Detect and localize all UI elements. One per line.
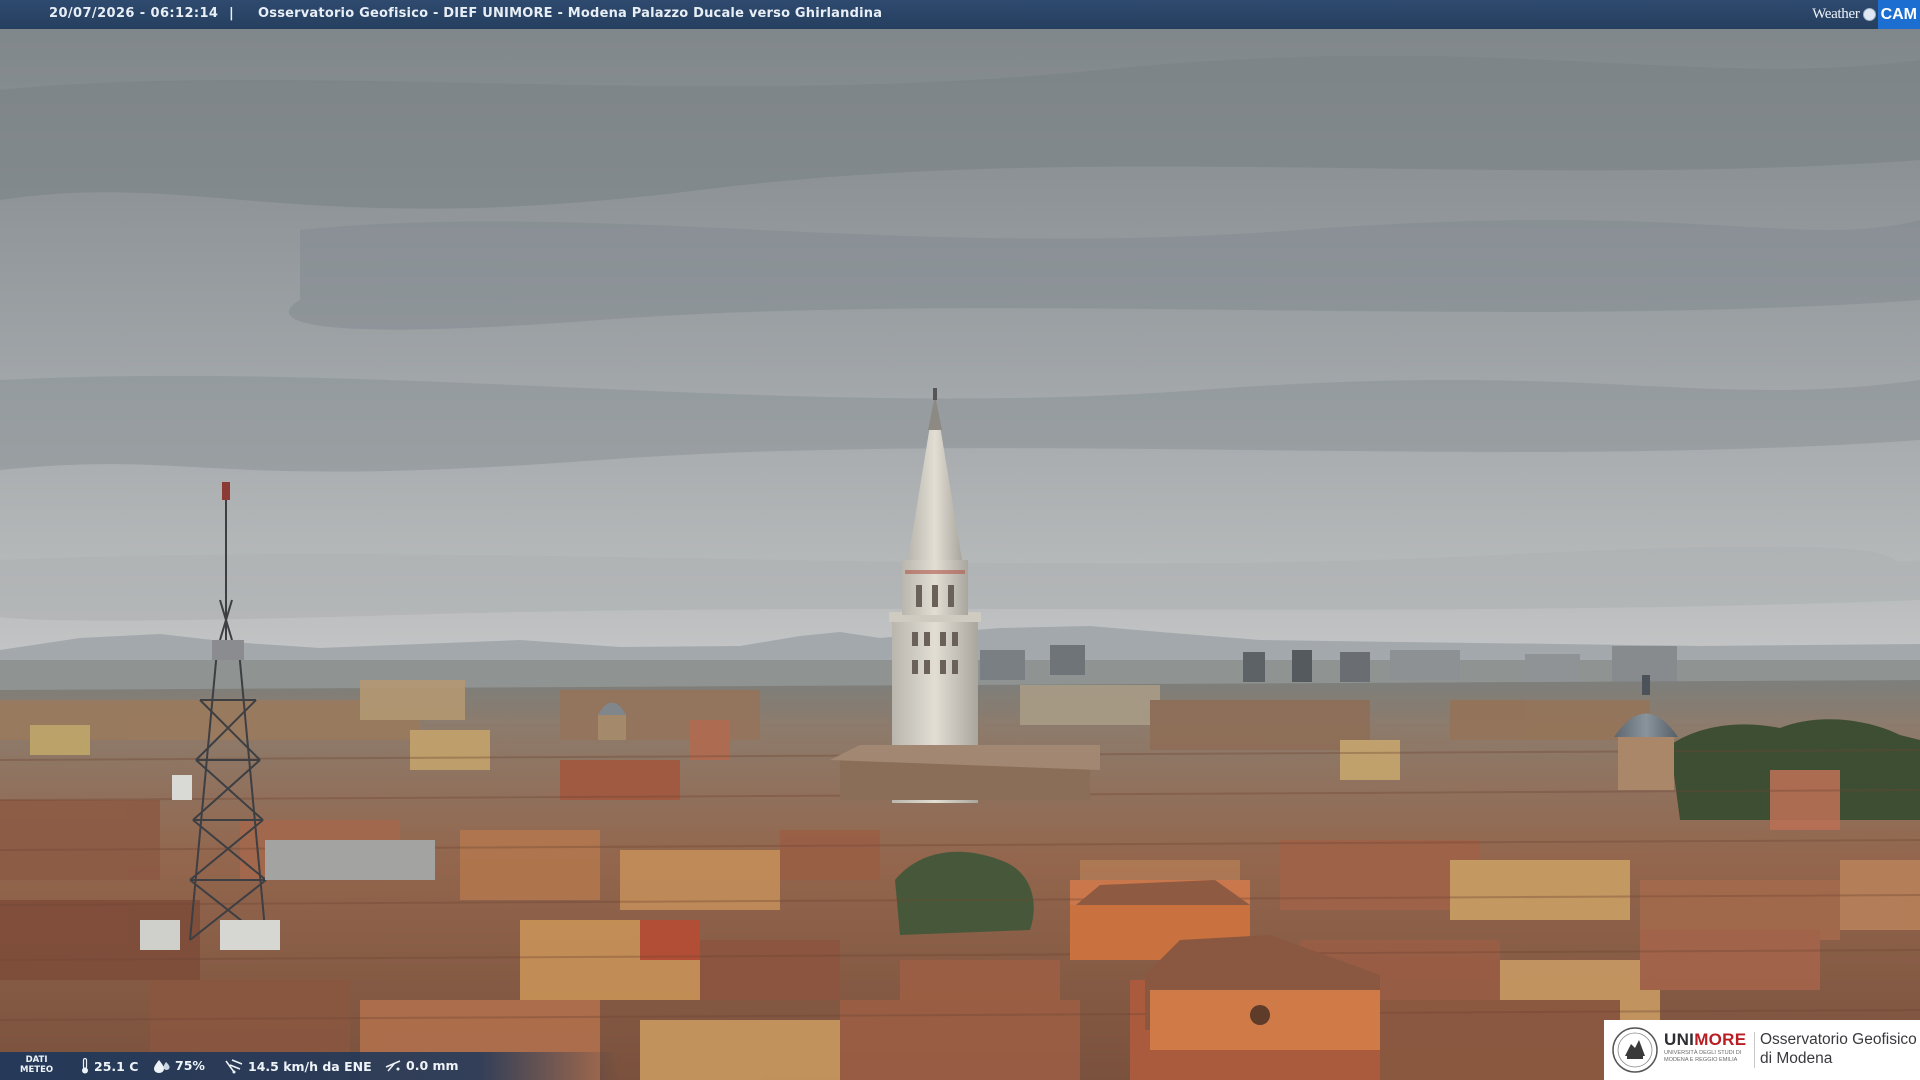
weathercam-logo-cam: CAM xyxy=(1877,0,1920,29)
temperature-value: 25.1 C xyxy=(94,1058,139,1074)
weathercam-dot-icon xyxy=(1862,8,1876,21)
wind-reading: 14.5 km/h da ENE xyxy=(224,1058,372,1074)
thermometer-icon xyxy=(82,1058,88,1074)
temperature-reading: 25.1 C xyxy=(80,1058,138,1074)
wind-icon xyxy=(225,1059,243,1074)
logo-divider xyxy=(1754,1032,1755,1068)
weathercam-logo: Weather CAM xyxy=(1812,0,1920,29)
webcam-image xyxy=(0,0,1920,1080)
caption-separator: | xyxy=(229,6,234,21)
meteo-label: DATI METEO xyxy=(20,1055,53,1075)
weathercam-logo-weather: Weather xyxy=(1812,6,1860,22)
unimore-uni: UNI xyxy=(1664,1030,1695,1049)
timestamp: 20/07/2026 - 06:12:14 xyxy=(49,6,219,21)
observatory-line2: di Modena xyxy=(1760,1050,1833,1067)
webcam-frame: 20/07/2026 - 06:12:14 | Osservatorio Geo… xyxy=(0,0,1920,1080)
caption-bar: 20/07/2026 - 06:12:14 | Osservatorio Geo… xyxy=(0,0,1920,29)
rain-icon xyxy=(385,1059,401,1071)
unimore-logo: UNIMORE UNIVERSITÀ DEGLI STUDI DI MODENA… xyxy=(1604,1020,1920,1080)
unimore-wordmark: UNIMORE xyxy=(1664,1030,1746,1050)
rain-reading: 0.0 mm xyxy=(384,1058,459,1073)
meteo-label-line1: DATI xyxy=(25,1055,48,1065)
unimore-more: MORE xyxy=(1694,1030,1747,1049)
observatory-name: Osservatorio Geofisico di Modena xyxy=(1760,1030,1917,1068)
humidity-reading: 75% xyxy=(153,1058,205,1073)
camera-title: Osservatorio Geofisico - DIEF UNIMORE - … xyxy=(258,6,883,21)
observatory-line1: Osservatorio Geofisico xyxy=(1760,1031,1917,1048)
humidity-drop-icon xyxy=(154,1059,170,1073)
wind-value: 14.5 km/h da ENE xyxy=(248,1058,372,1074)
unimore-seal-icon xyxy=(1612,1027,1658,1073)
humidity-value: 75% xyxy=(175,1058,205,1073)
unimore-subtitle: UNIVERSITÀ DEGLI STUDI DI MODENA E REGGI… xyxy=(1664,1050,1742,1063)
rain-value: 0.0 mm xyxy=(406,1058,459,1073)
meteo-label-line2: METEO xyxy=(20,1065,54,1075)
